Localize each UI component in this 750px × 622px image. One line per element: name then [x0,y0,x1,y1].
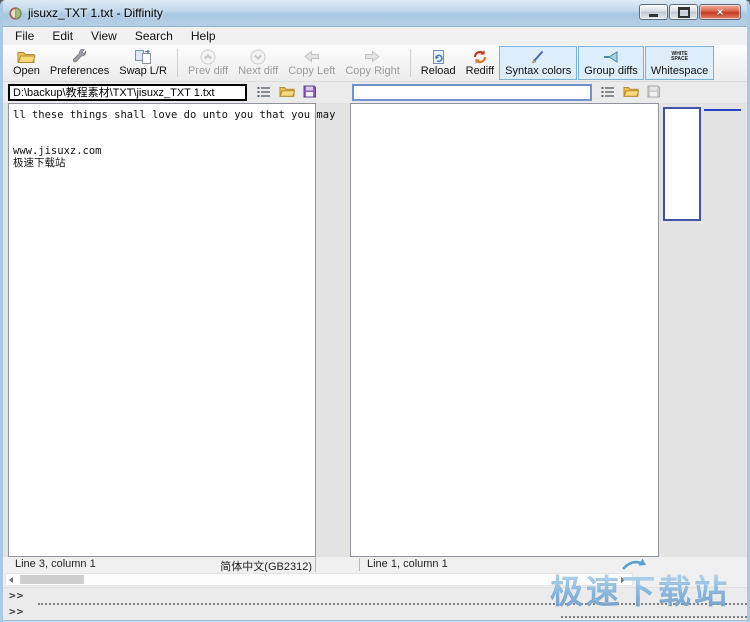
left-path-input[interactable]: D:\backup\教程素材\TXT\jisuxz_TXT 1.txt [8,84,247,101]
diff-overview-marker [704,109,741,111]
toolbar-separator [410,49,411,77]
copy-right-label: Copy Right [345,65,399,77]
menu-search[interactable]: Search [126,28,182,44]
reload-button[interactable]: Reload [416,46,461,80]
reload-label: Reload [421,65,456,77]
maximize-icon [678,7,690,18]
toolbar-separator [177,49,178,77]
next-diff-icon [250,48,266,65]
minimize-icon [649,14,658,17]
right-path-input[interactable] [352,84,592,101]
expander-chevrons[interactable]: >> [3,605,24,620]
menu-view[interactable]: View [82,28,126,44]
reload-icon [431,48,446,65]
scrollbar-track[interactable] [5,573,633,586]
prev-diff-button[interactable]: Prev diff [183,46,233,80]
titlebar[interactable]: jisuxz_TXT 1.txt - Diffinity × [3,0,747,27]
rediff-button[interactable]: Rediff [461,46,500,80]
copy-left-button[interactable]: Copy Left [283,46,340,80]
left-browse-folder-icon[interactable] [279,85,295,98]
right-recent-files-icon[interactable] [601,86,615,98]
left-save-icon[interactable] [303,85,316,98]
pencil-icon [530,48,546,65]
open-button[interactable]: Open [8,46,45,80]
syntax-colors-label: Syntax colors [505,65,571,77]
menubar: File Edit View Search Help [3,27,747,45]
swap-lr-button[interactable]: Swap L/R [114,46,172,80]
left-editor-pane[interactable]: ll these things shall love do unto you t… [8,103,316,557]
close-button[interactable]: × [699,4,741,20]
funnel-icon [603,48,619,65]
toolbar: Open Preferences Swap L/R [3,45,747,82]
next-diff-label: Next diff [238,65,278,77]
menu-help[interactable]: Help [182,28,225,44]
close-icon: × [716,6,723,18]
group-diffs-toggle[interactable]: Group diffs [578,46,644,80]
path-row: D:\backup\教程素材\TXT\jisuxz_TXT 1.txt [3,82,747,103]
next-diff-button[interactable]: Next diff [233,46,283,80]
group-diffs-label: Group diffs [584,65,638,77]
minimize-button[interactable] [639,4,668,20]
window-title: jisuxz_TXT 1.txt - Diffinity [28,6,163,20]
wrench-icon [71,48,88,65]
diff-overview-viewport[interactable] [663,107,701,221]
scroll-left-icon[interactable] [9,577,13,583]
swap-lr-label: Swap L/R [119,65,167,77]
preferences-button[interactable]: Preferences [45,46,114,80]
main-diff-area: ll these things shall love do unto you t… [3,103,747,557]
scrollbar-thumb[interactable] [20,575,84,584]
maximize-button[interactable] [669,4,698,20]
prev-diff-label: Prev diff [188,65,228,77]
app-icon [9,7,22,20]
menu-edit[interactable]: Edit [43,28,82,44]
whitespace-toggle[interactable]: WHITE SPACE Whitespace [645,46,714,80]
copy-left-label: Copy Left [288,65,335,77]
menu-file[interactable]: File [6,28,43,44]
app-window: jisuxz_TXT 1.txt - Diffinity × File Edit… [0,0,750,622]
open-label: Open [13,65,40,77]
copy-left-arrow-icon [303,48,320,65]
open-folder-icon [17,48,36,65]
right-editor-text [351,104,658,109]
dotted-divider [561,616,747,618]
expander-chevrons[interactable]: >> [3,589,24,604]
left-editor-text: ll these things shall love do unto you t… [9,104,315,169]
preferences-label: Preferences [50,65,109,77]
status-separator [359,558,360,571]
whitespace-label: Whitespace [651,65,708,77]
right-editor-pane[interactable] [350,103,659,557]
syntax-colors-toggle[interactable]: Syntax colors [499,46,577,80]
left-recent-files-icon[interactable] [257,86,271,98]
rediff-icon [472,48,488,65]
swap-pages-icon [134,48,152,65]
right-browse-folder-icon[interactable] [623,85,639,98]
rediff-label: Rediff [466,65,495,77]
right-save-icon-disabled[interactable] [647,85,660,98]
watermark-swoosh-icon [621,557,647,576]
whitespace-icon: WHITE SPACE [671,52,688,61]
right-cursor-position: Line 1, column 1 [367,558,448,570]
prev-diff-icon [200,48,216,65]
copy-right-button[interactable]: Copy Right [340,46,404,80]
copy-right-arrow-icon [364,48,381,65]
